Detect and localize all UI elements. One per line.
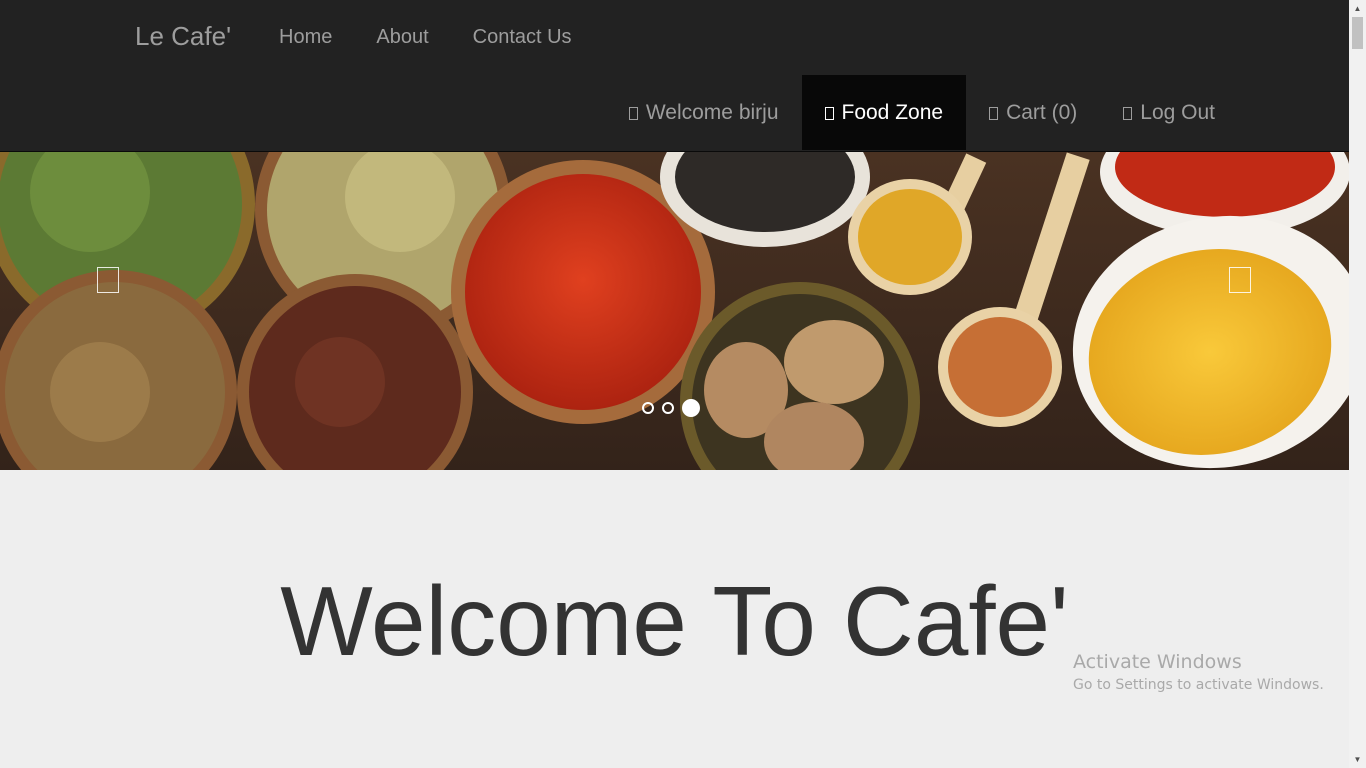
brand-logo[interactable]: Le Cafe' [135, 21, 231, 52]
navbar: Le Cafe' Home About Contact Us Welcome b… [0, 0, 1349, 152]
carousel-indicator-2[interactable] [662, 402, 674, 414]
nav-food-zone-label: Food Zone [841, 100, 944, 124]
nav-contact-us[interactable]: Contact Us [451, 0, 594, 75]
nav-welcome-label: Welcome birju [645, 100, 779, 124]
scroll-down-arrow-icon[interactable]: ▼ [1349, 751, 1366, 768]
hero-carousel [0, 152, 1349, 470]
scroll-up-arrow-icon[interactable]: ▲ [1349, 0, 1366, 17]
nav-welcome-user[interactable]: Welcome birju [606, 75, 802, 150]
nav-about[interactable]: About [354, 0, 450, 75]
carousel-prev-control[interactable] [97, 267, 119, 293]
scrollbar-thumb[interactable] [1352, 17, 1363, 49]
nav-cart-label: Cart (0) [1006, 100, 1078, 124]
logout-icon [1123, 107, 1133, 120]
nav-home[interactable]: Home [257, 0, 354, 75]
page: Le Cafe' Home About Contact Us Welcome b… [0, 0, 1366, 768]
nav-user-links: Welcome birju Food Zone Cart (0) Log Out [606, 75, 1238, 150]
page-scrollbar[interactable]: ▲ ▼ [1349, 0, 1366, 768]
cutlery-icon [824, 107, 834, 120]
carousel-indicator-1[interactable] [642, 402, 654, 414]
nav-log-out[interactable]: Log Out [1100, 75, 1238, 150]
carousel-indicator-3[interactable] [682, 399, 700, 417]
activate-windows-title: Activate Windows [1073, 651, 1242, 673]
cart-icon [989, 107, 999, 120]
carousel-indicators [642, 399, 700, 417]
nav-main-links: Home About Contact Us [257, 0, 594, 75]
carousel-slide-image [0, 152, 1349, 470]
activate-windows-subtitle: Go to Settings to activate Windows. [1073, 677, 1324, 693]
nav-cart[interactable]: Cart (0) [966, 75, 1100, 150]
carousel-next-control[interactable] [1229, 267, 1251, 293]
nav-log-out-label: Log Out [1140, 100, 1215, 124]
nav-food-zone[interactable]: Food Zone [801, 75, 967, 150]
user-icon [628, 107, 638, 120]
